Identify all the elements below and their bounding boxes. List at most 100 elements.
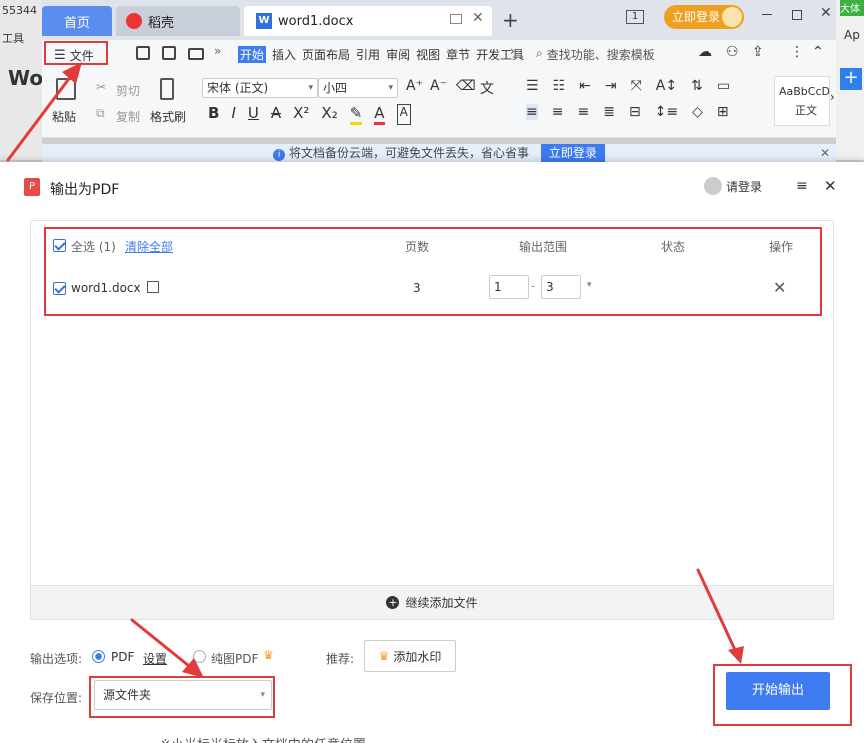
tab-daoke[interactable]: 稻壳: [116, 6, 240, 36]
tab-home[interactable]: 首页: [42, 6, 112, 36]
pdf-settings-link[interactable]: 设置: [143, 650, 167, 667]
add-files-label: 继续添加文件: [405, 596, 478, 610]
format-brush-label[interactable]: 格式刷: [150, 108, 186, 125]
font-name-select[interactable]: 宋体 (正文) ▾: [202, 78, 318, 98]
more-icon[interactable]: ⋮: [790, 44, 804, 60]
bullet-list-icon[interactable]: ☰: [526, 78, 539, 94]
menu-insert[interactable]: 插入: [272, 46, 296, 63]
outdent-icon[interactable]: ⇤: [579, 78, 591, 94]
align-right-icon[interactable]: ≡: [577, 104, 589, 120]
dialog-menu-icon[interactable]: ≡: [796, 178, 808, 194]
paste-icon[interactable]: [56, 78, 76, 100]
highlight-save-location: [89, 676, 275, 718]
tab-home-label: 首页: [63, 15, 90, 31]
maximize-icon[interactable]: [792, 10, 802, 20]
share-icon[interactable]: ⇪: [752, 44, 764, 60]
align-center-icon[interactable]: ≡: [552, 104, 564, 120]
highlight-icon[interactable]: ✎: [349, 104, 363, 125]
text-direction-icon[interactable]: A↕: [656, 78, 677, 94]
minimize-icon[interactable]: [762, 14, 772, 15]
background-left-edge: 55344 工具 Wo: [0, 0, 43, 160]
add-files-button[interactable]: + 继续添加文件: [31, 585, 833, 619]
distribute-icon[interactable]: ⊟: [629, 104, 641, 120]
paragraph-row-1: ☰ ☷ ⇤ ⇥ ⤧ A↕ ⇅ ▭: [526, 78, 730, 94]
pinyin-icon[interactable]: 文: [480, 78, 494, 98]
export-icon[interactable]: [162, 46, 176, 60]
char-border-icon[interactable]: A: [396, 104, 411, 125]
tab-daoke-label: 稻壳: [148, 15, 175, 31]
sort-icon[interactable]: ⇅: [691, 78, 703, 94]
grow-font-icon[interactable]: A⁺: [406, 78, 423, 94]
line-spacing-icon[interactable]: ↕≡: [655, 104, 678, 120]
underline-icon[interactable]: U: [248, 104, 259, 125]
image-pdf-radio[interactable]: [193, 650, 206, 663]
chinese-layout-icon[interactable]: ⤧: [631, 78, 642, 94]
style-preview-sample: AaBbCcD: [779, 85, 829, 98]
format-brush-icon[interactable]: [160, 78, 174, 100]
save-icon[interactable]: [136, 46, 150, 60]
dialog-close-icon[interactable]: ✕: [824, 177, 837, 195]
background-label: 工具: [2, 32, 24, 45]
subscript-icon[interactable]: X₂: [321, 104, 337, 125]
menu-reference[interactable]: 引用: [356, 46, 380, 63]
pdf-radio[interactable]: [92, 650, 105, 663]
new-tab-icon[interactable]: +: [502, 8, 519, 32]
align-left-icon[interactable]: ≡: [526, 104, 538, 120]
highlight-start-export: [713, 664, 852, 726]
show-marks-icon[interactable]: ▭: [717, 78, 730, 94]
more-left-icon[interactable]: »: [214, 44, 221, 58]
close-notice-icon[interactable]: ✕: [820, 144, 830, 162]
tab-document[interactable]: W word1.docx ✕: [244, 6, 492, 36]
copy-icon[interactable]: ⧉: [96, 106, 105, 121]
font-size-select[interactable]: 小四 ▾: [318, 78, 398, 98]
menu-chapter[interactable]: 章节: [446, 46, 470, 63]
share-user-icon[interactable]: ⚇: [726, 44, 739, 60]
print-icon[interactable]: [188, 48, 204, 60]
close-window-icon[interactable]: ✕: [820, 5, 832, 21]
indent-icon[interactable]: ⇥: [605, 78, 617, 94]
dialog-login[interactable]: 请登录: [704, 177, 762, 195]
menu-start[interactable]: 开始: [238, 46, 267, 63]
image-pdf-label[interactable]: 纯图PDF: [211, 650, 258, 667]
add-circle-icon: +: [386, 596, 400, 609]
style-scroll-icon[interactable]: ›: [830, 90, 835, 104]
border-icon[interactable]: ⊞: [717, 104, 729, 120]
font-color-icon[interactable]: A: [374, 104, 385, 125]
login-button[interactable]: 立即登录: [664, 5, 744, 29]
pdf-radio-label[interactable]: PDF: [111, 650, 134, 664]
cut-icon[interactable]: ✂: [96, 80, 106, 94]
background-right-edge: 大体 Ap +: [836, 0, 864, 160]
menu-developer[interactable]: 开发工具: [476, 46, 524, 63]
cut-label[interactable]: 剪切: [116, 82, 140, 99]
monitor-icon[interactable]: [450, 14, 462, 24]
paste-label[interactable]: 粘贴: [52, 108, 76, 125]
menu-view[interactable]: 视图: [416, 46, 440, 63]
cloud-icon[interactable]: ☁: [698, 44, 712, 60]
justify-icon[interactable]: ≣: [603, 104, 615, 120]
style-preview[interactable]: AaBbCcD 正文: [774, 76, 830, 126]
daoke-logo-icon: [126, 13, 142, 29]
feature-search[interactable]: ⌕ 查找功能、搜索模板: [536, 46, 655, 63]
close-tab-icon[interactable]: ✕: [472, 10, 484, 26]
page-indicator[interactable]: 1: [626, 10, 644, 24]
italic-icon[interactable]: I: [231, 104, 235, 125]
add-watermark-button[interactable]: ♛ 添加水印: [364, 640, 456, 672]
bold-icon[interactable]: B: [208, 104, 219, 125]
menu-review[interactable]: 审阅: [386, 46, 410, 63]
menu-layout[interactable]: 页面布局: [302, 46, 350, 63]
superscript-icon[interactable]: X²: [293, 104, 309, 125]
clear-format-icon[interactable]: ⌫: [456, 78, 476, 94]
number-list-icon[interactable]: ☷: [553, 78, 566, 94]
collapse-ribbon-icon[interactable]: ⌃: [812, 44, 824, 60]
notice-text: 将文档备份云端，可避免文件丢失，省心省事: [288, 146, 529, 160]
dialog-login-label: 请登录: [726, 179, 763, 194]
cloud-backup-notice: i 将文档备份云端，可避免文件丢失，省心省事 立即登录 ✕: [42, 144, 836, 162]
notice-login-button[interactable]: 立即登录: [540, 144, 605, 162]
ribbon-scroll-right-icon[interactable]: ›: [510, 44, 515, 58]
pdf-logo-icon: P: [24, 178, 40, 196]
copy-label[interactable]: 复制: [116, 108, 140, 125]
shrink-font-icon[interactable]: A⁻: [430, 78, 447, 94]
strikethrough-icon[interactable]: A: [271, 104, 281, 125]
ribbon-toolbar: ☰ 文件 » 开始 插入 页面布局 引用 审阅 视图 章节 开发工具 › ⌕ 查…: [42, 40, 836, 138]
shading-icon[interactable]: ◇: [692, 104, 703, 120]
